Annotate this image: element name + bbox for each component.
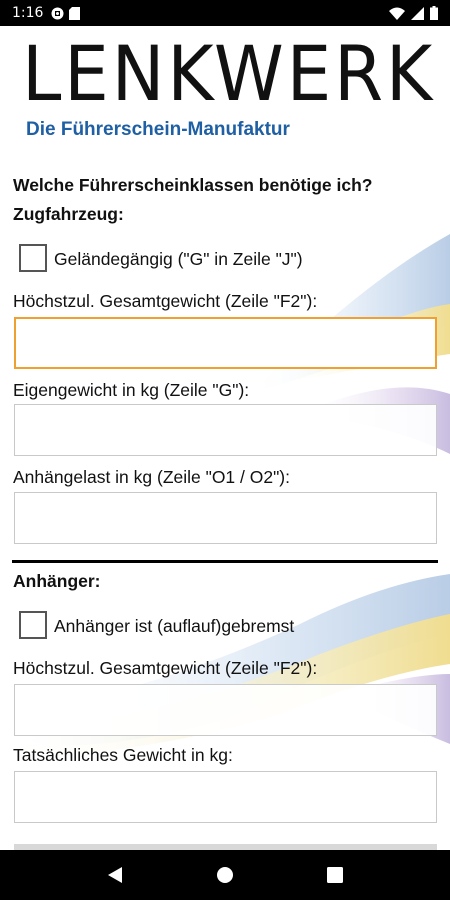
brand-tagline: Die Führerschein-Manufaktur: [26, 119, 290, 140]
brand-logo: LENKWERK: [22, 29, 436, 118]
status-bar: 1:16: [0, 0, 450, 26]
license-form: Welche Führerscheinklassen benötige ich?…: [0, 154, 450, 854]
wifi-icon: [389, 7, 405, 20]
battery-icon: [430, 6, 438, 20]
zug-gesamtgewicht-label: Höchstzul. Gesamtgewicht (Zeile "F2"):: [13, 291, 318, 311]
home-icon: [217, 867, 233, 883]
gebremst-label[interactable]: Anhänger ist (auflauf)gebremst: [54, 616, 294, 637]
eigengewicht-label: Eigengewicht in kg (Zeile "G"):: [13, 380, 250, 400]
signal-icon: [411, 6, 424, 20]
nav-back-button[interactable]: [95, 855, 135, 895]
anh-gesamtgewicht-label: Höchstzul. Gesamtgewicht (Zeile "F2"):: [13, 658, 318, 678]
anh-gesamtgewicht-input[interactable]: [14, 684, 437, 736]
tatsaechlich-label: Tatsächliches Gewicht in kg:: [13, 745, 233, 765]
sd-card-icon: [69, 6, 81, 20]
anhaengelast-input[interactable]: [14, 492, 437, 544]
gelaendegaengig-label[interactable]: Geländegängig ("G" in Zeile "J"): [54, 249, 303, 270]
recents-icon: [327, 867, 343, 883]
anhaengelast-label: Anhängelast in kg (Zeile "O1 / O2"):: [13, 467, 291, 487]
zugfahrzeug-heading: Zugfahrzeug:: [13, 204, 124, 224]
eigengewicht-input[interactable]: [14, 404, 437, 456]
status-time: 1:16: [12, 5, 44, 21]
tatsaechlich-input[interactable]: [14, 771, 437, 823]
system-nav-bar: [0, 850, 450, 900]
section-divider: [12, 560, 438, 563]
nav-home-button[interactable]: [205, 855, 245, 895]
zug-gesamtgewicht-input[interactable]: [14, 317, 437, 369]
anhaenger-heading: Anhänger:: [13, 571, 101, 591]
back-icon: [108, 867, 122, 883]
circle-notification-icon: [51, 7, 64, 19]
gelaendegaengig-checkbox[interactable]: [19, 244, 47, 272]
app-header: LENKWERK Die Führerschein-Manufaktur: [0, 26, 450, 154]
nav-recents-button[interactable]: [315, 855, 355, 895]
form-question: Welche Führerscheinklassen benötige ich?: [13, 175, 373, 195]
gebremst-checkbox[interactable]: [19, 611, 47, 639]
